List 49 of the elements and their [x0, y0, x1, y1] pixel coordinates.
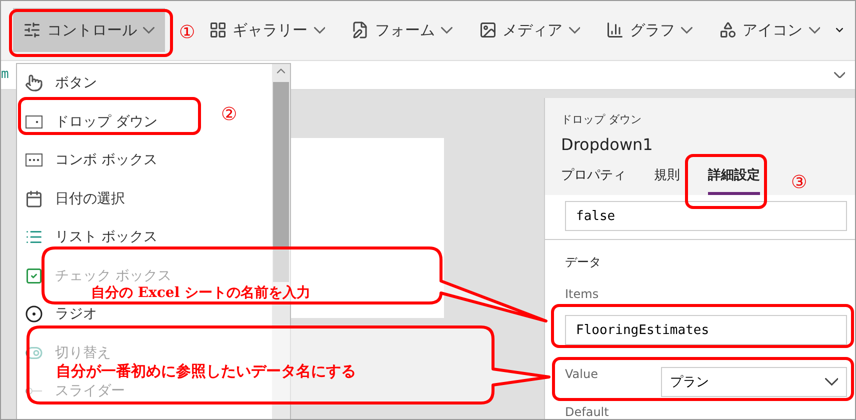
control-type: ドロップ ダウン: [561, 112, 642, 127]
radio-icon: [25, 305, 43, 324]
step-number: ③: [791, 173, 807, 193]
field-label: Default: [565, 405, 609, 419]
form-icon: [351, 21, 369, 40]
chevron-down-icon: [824, 378, 838, 386]
items-field[interactable]: FlooringEstimates: [565, 315, 847, 345]
menu-item[interactable]: 日付の選択: [17, 188, 133, 209]
panel-tab[interactable]: プロパティ: [561, 162, 626, 195]
chevron-down-icon: [441, 27, 452, 34]
chevron-down-icon: [568, 27, 580, 34]
section-title: データ: [565, 254, 601, 271]
chevron-down-icon: [681, 27, 692, 34]
field-label: Items: [565, 287, 599, 301]
toolbar-tab[interactable]: フォーム: [341, 8, 462, 52]
formula-text: m: [1, 67, 9, 82]
toolbar-tab[interactable]: メディア: [468, 8, 590, 52]
toolbar-tab[interactable]: アイコン: [708, 8, 830, 52]
step-number: ②: [221, 105, 237, 125]
calendar-icon: [25, 190, 43, 208]
panel-tab[interactable]: 詳細設定: [708, 162, 760, 195]
callout-text: 自分の Excel シートの名前を入力: [91, 286, 311, 301]
control-name: Dropdown1: [561, 135, 653, 154]
panel-tab[interactable]: 規則: [654, 162, 680, 195]
menu-item[interactable]: リスト ボックス: [17, 227, 166, 248]
field-label: Value: [564, 367, 599, 381]
chevron-down-icon: [314, 27, 325, 34]
menu-item[interactable]: ボタン: [17, 73, 105, 94]
menu-item[interactable]: ラジオ: [17, 304, 105, 324]
chevron-down-icon: [143, 27, 154, 34]
chevron-down-icon: [808, 27, 820, 34]
step-number: ①: [179, 23, 195, 43]
combo-box-icon: [25, 153, 43, 168]
callout-text: 自分が一番初めに参照したいデータ名にする: [56, 363, 356, 379]
property-field[interactable]: false: [565, 201, 847, 231]
pointer-icon: [25, 74, 43, 92]
slider-icon: [25, 386, 43, 396]
checkbox-icon: [25, 266, 43, 285]
menu-item[interactable]: コンボ ボックス: [17, 150, 166, 170]
toolbar-tab[interactable]: グラフ: [596, 8, 702, 52]
dropdown-icon: [25, 114, 43, 129]
value-select[interactable]: プラン: [661, 367, 847, 397]
bar-chart-icon: [606, 21, 624, 40]
toolbar-tab[interactable]: ギャラリー: [198, 8, 335, 52]
image-icon: [478, 21, 496, 40]
sliders-icon: [23, 21, 41, 40]
shapes-icon: [718, 21, 736, 40]
toolbar-tab[interactable]: コントロール: [13, 8, 164, 52]
grid-icon: [208, 21, 226, 40]
